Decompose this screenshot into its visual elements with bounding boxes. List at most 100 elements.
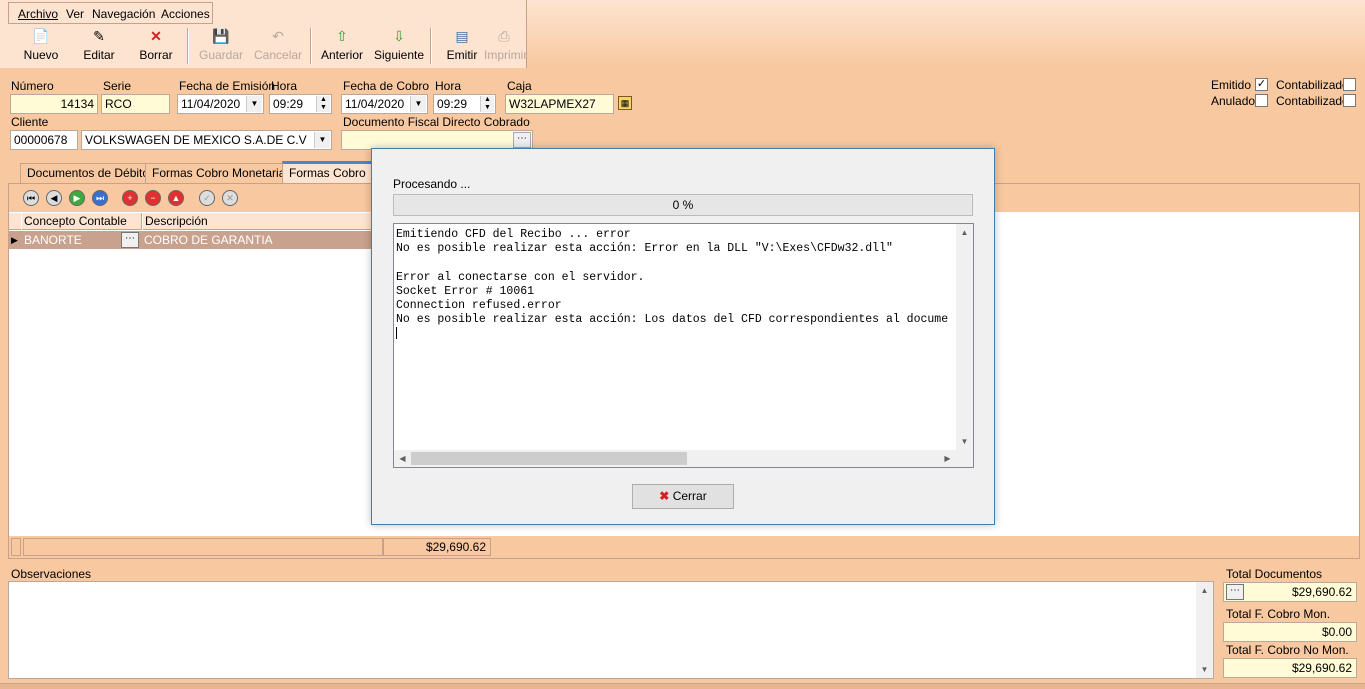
chevron-down-icon[interactable]: ▼ (246, 96, 262, 112)
menu-navegacion[interactable]: Navegación (92, 7, 155, 21)
post-record-icon[interactable]: ✓ (199, 190, 215, 206)
grid-footer: $29,690.62 (9, 536, 1359, 558)
doc-fiscal-field[interactable]: ⋯ (341, 130, 533, 150)
new-doc-icon: 📄 (32, 28, 50, 44)
fecha-cobro-label: Fecha de Cobro (343, 79, 430, 93)
insert-record-icon[interactable]: + (122, 190, 138, 206)
ellipsis-icon[interactable]: ⋯ (1226, 584, 1244, 600)
total-nomon-label: Total F. Cobro No Mon. (1226, 643, 1349, 657)
total-mon-label: Total F. Cobro Mon. (1226, 607, 1331, 621)
scroll-up-icon[interactable]: ▲ (956, 224, 973, 241)
next-button[interactable]: ⇩ Siguiente (374, 28, 424, 66)
observaciones-textarea[interactable]: ▲ ▼ (8, 581, 1214, 679)
header-band (527, 0, 1365, 68)
delete-button[interactable]: ✕ Borrar (137, 28, 175, 66)
new-button[interactable]: 📄 Nuevo (22, 28, 60, 66)
menu-bar: Archivo Ver Navegación Acciones (8, 2, 213, 24)
scroll-thumb[interactable] (411, 452, 687, 465)
caja-label: Caja (507, 79, 532, 93)
col-descripcion[interactable]: Descripción (143, 213, 373, 230)
emit-icon: ▤ (455, 28, 469, 44)
chevron-down-icon[interactable]: ▼ (314, 132, 330, 148)
tab-documentos-debito[interactable]: Documentos de Débito (20, 163, 157, 183)
log-text: Emitiendo CFD del Recibo ... error No es… (396, 228, 949, 327)
cell-concepto: BANORTE (24, 233, 82, 247)
calculator-icon[interactable]: ▦ (618, 96, 632, 110)
hora-emision-label: Hora (271, 79, 298, 93)
log-vertical-scrollbar[interactable]: ▲ ▼ (956, 224, 973, 450)
caja-field[interactable]: W32LAPMEX27 (505, 94, 614, 114)
total-nomon-field: $29,690.62 (1223, 658, 1357, 678)
doc-fiscal-label: Documento Fiscal Directo Cobrado (343, 115, 530, 129)
processing-dialog: Procesando ... 0 % Emitiendo CFD del Rec… (371, 148, 995, 525)
ellipsis-icon[interactable]: ⋯ (121, 232, 139, 248)
scroll-up-icon[interactable]: ▲ (1196, 582, 1213, 599)
progress-bar: 0 % (393, 194, 973, 216)
numero-label: Número (11, 79, 54, 93)
menu-archivo[interactable]: Archivo (18, 7, 58, 21)
fecha-cobro-field[interactable]: 11/04/2020 ▼ (341, 94, 428, 114)
emitido-checkbox[interactable]: ✓ (1255, 78, 1268, 91)
print-button[interactable]: ⎙ Imprimir (484, 28, 527, 66)
cliente-label: Cliente (11, 115, 49, 129)
observaciones-scrollbar[interactable]: ▲ ▼ (1196, 582, 1213, 678)
arrow-down-icon: ⇩ (393, 28, 405, 44)
scroll-down-icon[interactable]: ▼ (1196, 661, 1213, 678)
total-documentos-field: ⋯ $29,690.62 (1223, 582, 1357, 602)
cliente-id-field[interactable]: 00000678 (10, 130, 78, 150)
first-record-icon[interactable]: ⏮ (23, 190, 39, 206)
total-documentos-label: Total Documentos (1226, 567, 1323, 581)
edit-button[interactable]: ✎ Editar (80, 28, 118, 66)
emit-button[interactable]: ▤ Emitir (444, 28, 480, 66)
contabilizado-label: Contabilizado (1276, 94, 1349, 108)
ellipsis-icon[interactable]: ⋯ (513, 132, 531, 148)
scroll-down-icon[interactable]: ▼ (956, 433, 973, 450)
hora-emision-field[interactable]: 09:29 ▲ ▼ (269, 94, 332, 114)
anulado-checkbox[interactable] (1255, 94, 1268, 107)
tab-formas-cobro-no[interactable]: Formas Cobro No (282, 161, 382, 184)
hora-cobro-field[interactable]: 09:29 ▲ ▼ (433, 94, 496, 114)
row-pointer-icon: ▶ (11, 235, 18, 245)
table-row[interactable]: ▶ BANORTE ⋯ COBRO DE GARANTIA (9, 231, 373, 249)
contabilizado-checkbox[interactable] (1343, 94, 1356, 107)
save-button[interactable]: 💾 Guardar (199, 28, 243, 66)
numero-field[interactable]: 14134 (10, 94, 98, 114)
save-icon: 💾 (212, 28, 230, 44)
tab-formas-cobro-monetarias[interactable]: Formas Cobro Monetarias (145, 163, 299, 183)
spinner-icon[interactable]: ▲ ▼ (480, 96, 494, 112)
close-icon: ✖ (659, 489, 670, 503)
fecha-emision-label: Fecha de Emisión (179, 79, 276, 93)
toolbar-separator (430, 28, 432, 64)
grid-indicator-header (9, 213, 21, 230)
close-button[interactable]: ✖ Cerrar (632, 484, 734, 509)
dialog-title: Procesando ... (393, 177, 471, 191)
emitido-label: Emitido (1211, 78, 1252, 92)
cell-descripcion: COBRO DE GARANTIA (144, 233, 273, 247)
menu-acciones[interactable]: Acciones (161, 7, 210, 21)
last-record-icon[interactable]: ⏭ (92, 190, 108, 206)
spinner-icon[interactable]: ▲ ▼ (316, 96, 330, 112)
cancel-record-icon[interactable]: ✕ (222, 190, 238, 206)
toolbar-separator (187, 28, 189, 64)
col-concepto-contable[interactable]: Concepto Contable (22, 213, 142, 230)
previous-button[interactable]: ⇧ Anterior (321, 28, 363, 66)
log-horizontal-scrollbar[interactable]: ◀ ▶ (394, 450, 956, 467)
next-record-icon[interactable]: ▶ (69, 190, 85, 206)
scroll-right-icon[interactable]: ▶ (939, 450, 956, 467)
contabilizado-checkbox[interactable] (1343, 78, 1356, 91)
total-mon-field: $0.00 (1223, 622, 1357, 642)
delete-record-icon[interactable]: − (145, 190, 161, 206)
chevron-down-icon[interactable]: ▼ (410, 96, 426, 112)
cancel-button[interactable]: ↶ Cancelar (254, 28, 302, 66)
log-textarea[interactable]: Emitiendo CFD del Recibo ... error No es… (393, 223, 974, 468)
prior-record-icon[interactable]: ◀ (46, 190, 62, 206)
toolbar-separator (310, 28, 312, 64)
cliente-nombre-field[interactable]: VOLKSWAGEN DE MEXICO S.A.DE C.V ▼ (81, 130, 332, 150)
delete-icon: ✕ (150, 28, 162, 44)
cancel-icon: ↶ (272, 28, 284, 44)
menu-ver[interactable]: Ver (66, 7, 84, 21)
scroll-left-icon[interactable]: ◀ (394, 450, 411, 467)
edit-record-icon[interactable]: ▲ (168, 190, 184, 206)
fecha-emision-field[interactable]: 11/04/2020 ▼ (177, 94, 264, 114)
serie-field[interactable]: RCO (101, 94, 170, 114)
